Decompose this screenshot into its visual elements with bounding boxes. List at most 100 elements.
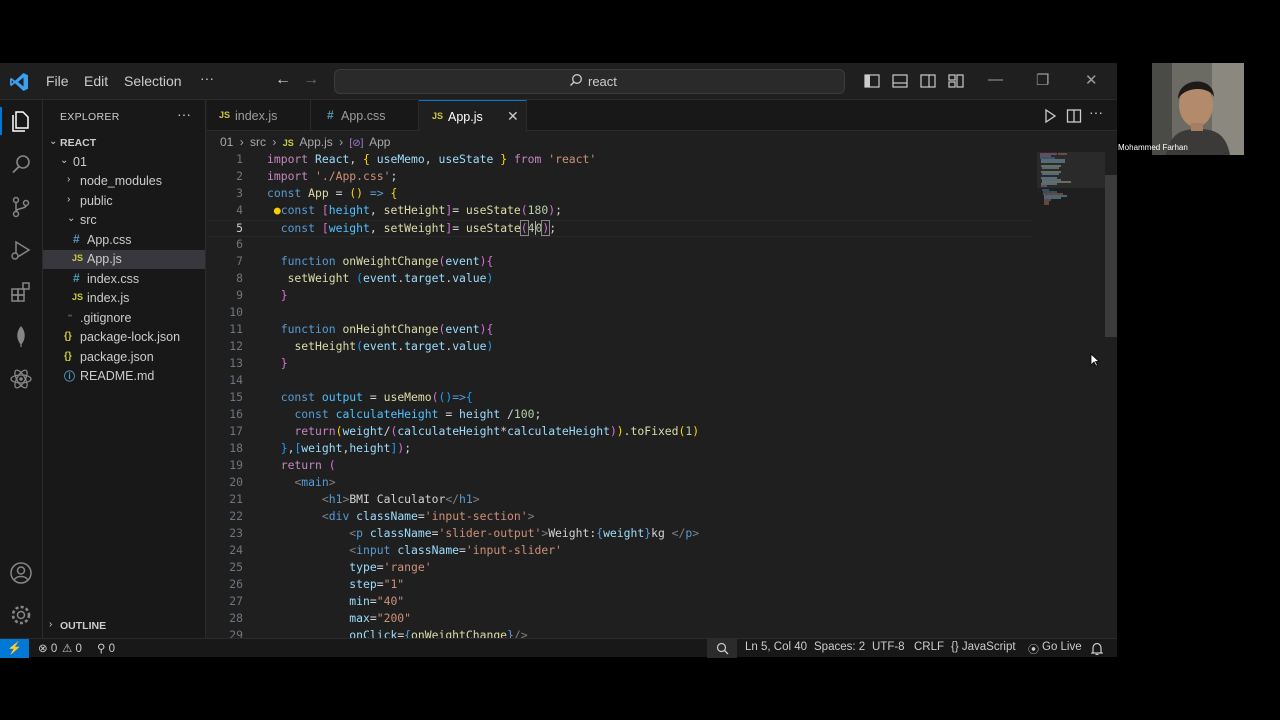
breadcrumb: 01 › src › JS App.js › [⊘] App — [220, 135, 393, 149]
line-number: 13 — [229, 356, 243, 370]
editor-scrollbar-thumb[interactable] — [1105, 175, 1117, 337]
zoom-magnifier-icon[interactable] — [716, 642, 729, 655]
broadcast-icon: ⦿ — [1028, 644, 1039, 656]
breadcrumb-folder-src[interactable]: src — [250, 135, 266, 149]
line-number: 26 — [229, 577, 243, 591]
restore-icon[interactable]: ❐ — [1036, 71, 1049, 89]
run-debug-icon[interactable] — [9, 238, 33, 262]
line-number: 12 — [229, 339, 243, 353]
status-bar: ⚡ ⊗ 0 ⚠ 0 ⚲ 0 Ln 5, Col 40 Spaces: 2 UTF… — [0, 638, 1117, 658]
tree-file-index-js[interactable]: JS index.js — [43, 289, 205, 308]
language-mode[interactable]: {} JavaScript — [951, 641, 1016, 653]
tab-app-css[interactable]: # App.css — [311, 100, 419, 131]
js-file-icon: JS — [432, 111, 444, 121]
tree-file-package-lock[interactable]: {} package-lock.json — [43, 328, 205, 347]
line-number: 19 — [229, 458, 243, 472]
breadcrumb-folder-01[interactable]: 01 — [220, 135, 233, 149]
chevron-down-icon: ⌄ — [49, 136, 58, 147]
code-editor[interactable]: 1 import React, { useMemo, useState } fro… — [207, 152, 1037, 638]
toggle-sidebar-icon[interactable] — [864, 73, 880, 89]
end-of-line[interactable]: CRLF — [914, 641, 944, 653]
minimap[interactable] — [1037, 152, 1105, 212]
run-file-icon[interactable] — [1042, 108, 1058, 124]
forward-arrow-icon[interactable]: → — [303, 71, 319, 89]
js-file-icon: JS — [72, 253, 84, 263]
git-file-icon: ⁃ — [67, 309, 73, 323]
tree-file-package-json[interactable]: {} package.json — [43, 348, 205, 367]
split-editor-icon[interactable] — [1066, 108, 1082, 124]
chevron-right-icon: › — [67, 174, 71, 185]
code-line-current: 5 const [weight, setWeight]= useState(40… — [207, 220, 1033, 237]
tab-index-js[interactable]: JS index.js — [207, 100, 311, 131]
outline-section[interactable]: › OUTLINE — [43, 617, 205, 636]
close-window-icon[interactable]: ✕ — [1085, 71, 1098, 89]
line-number: 21 — [229, 492, 243, 506]
tree-item-label: src — [80, 213, 97, 227]
remote-indicator-icon[interactable]: ⚡ — [0, 639, 29, 658]
menu-file[interactable]: File — [46, 73, 69, 89]
toggle-secondary-sidebar-icon[interactable] — [920, 73, 936, 89]
line-number: 24 — [229, 543, 243, 557]
problems-warnings[interactable]: ⚠ 0 — [62, 641, 82, 655]
menu-edit[interactable]: Edit — [84, 73, 108, 89]
tree-folder-public[interactable]: › public — [43, 192, 205, 211]
tree-file-index-css[interactable]: # index.css — [43, 270, 205, 289]
breadcrumb-symbol-app[interactable]: App — [369, 135, 390, 149]
css-file-icon: # — [327, 108, 334, 122]
tree-item-label: 01 — [73, 155, 87, 169]
tree-file-app-js[interactable]: JS App.js — [43, 250, 205, 269]
webcam-overlay — [1152, 63, 1244, 155]
editor-tabs: JS index.js # App.css JS App.js ✕ ··· — [207, 100, 1117, 132]
settings-gear-icon[interactable] — [9, 603, 33, 627]
react-atom-icon[interactable] — [9, 367, 33, 391]
tree-folder-01[interactable]: ⌄ 01 — [43, 153, 205, 172]
line-number: 28 — [229, 611, 243, 625]
cursor-position[interactable]: Ln 5, Col 40 — [745, 641, 807, 653]
symbol-variable-icon: [⊘] — [349, 138, 364, 149]
indentation[interactable]: Spaces: 2 — [814, 641, 865, 653]
mongodb-leaf-icon[interactable] — [9, 324, 33, 348]
tree-folder-node-modules[interactable]: › node_modules — [43, 172, 205, 191]
back-arrow-icon[interactable]: ← — [275, 71, 291, 89]
source-control-icon[interactable] — [9, 195, 33, 219]
explorer-more-icon[interactable]: ··· — [177, 106, 191, 122]
tree-file-gitignore[interactable]: ⁃ .gitignore — [43, 309, 205, 328]
toggle-panel-icon[interactable] — [892, 73, 908, 89]
lightbulb-icon[interactable]: ● — [274, 203, 281, 217]
ports-indicator[interactable]: ⚲ 0 — [97, 641, 115, 655]
line-number: 10 — [229, 305, 243, 319]
explorer-files-icon[interactable] — [9, 109, 33, 133]
line-number: 25 — [229, 560, 243, 574]
menu-selection[interactable]: Selection — [124, 73, 182, 89]
tree-item-label: App.js — [87, 252, 122, 266]
search-icon — [570, 74, 582, 86]
command-center-search[interactable]: react — [334, 69, 845, 94]
tree-folder-src[interactable]: ⌄ src — [43, 211, 205, 230]
line-number: 6 — [236, 237, 243, 251]
menu-more-icon[interactable]: ··· — [200, 70, 214, 86]
customize-layout-icon[interactable] — [948, 73, 964, 89]
json-file-icon: {} — [64, 331, 72, 342]
title-bar: File Edit Selection ··· ← → react — ❐ ✕ — [0, 63, 1117, 100]
notifications-bell-icon[interactable] — [1091, 642, 1103, 655]
extensions-icon[interactable] — [9, 281, 33, 305]
explorer-sidebar: EXPLORER ··· ⌄ REACT ⌄ 01 › node_modules… — [43, 100, 206, 638]
close-tab-icon[interactable]: ✕ — [507, 108, 519, 125]
account-icon[interactable] — [9, 561, 33, 585]
editor-more-icon[interactable]: ··· — [1089, 104, 1105, 120]
problems-errors[interactable]: ⊗ 0 — [38, 641, 57, 655]
outline-label: OUTLINE — [60, 620, 107, 632]
search-view-icon[interactable] — [9, 152, 33, 176]
tree-file-readme[interactable]: ⓘ README.md — [43, 367, 205, 386]
line-number: 20 — [229, 475, 243, 489]
go-live-button[interactable]: Go Live — [1042, 641, 1082, 653]
encoding[interactable]: UTF-8 — [872, 641, 905, 653]
js-file-icon: JS — [219, 110, 231, 120]
tab-app-js[interactable]: JS App.js ✕ — [419, 100, 527, 132]
minimize-icon[interactable]: — — [988, 71, 1003, 88]
tree-file-app-css[interactable]: # App.css — [43, 231, 205, 250]
tree-item-label: index.css — [87, 272, 140, 286]
tree-item-label: package.json — [80, 350, 154, 364]
tree-root-react[interactable]: ⌄ REACT — [43, 134, 205, 153]
breadcrumb-file-app-js[interactable]: App.js — [299, 135, 332, 149]
